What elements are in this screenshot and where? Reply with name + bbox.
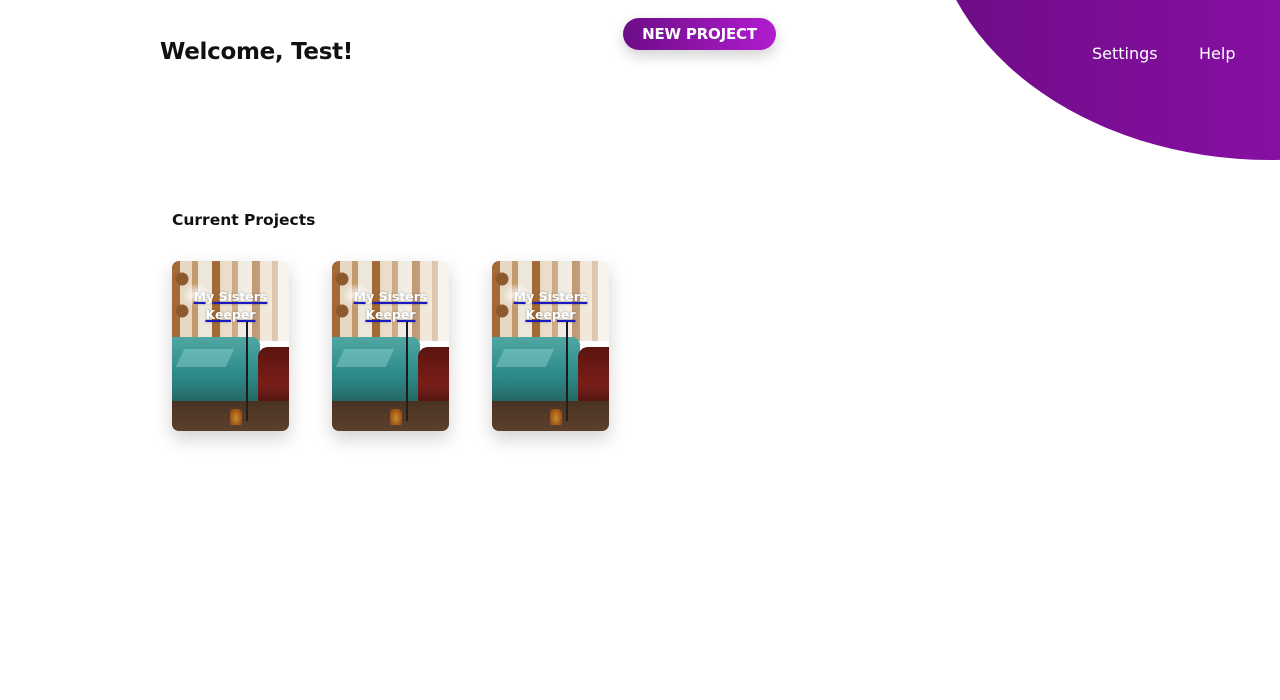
project-card-title-link[interactable]: My Sisters Keeper (492, 288, 609, 324)
decorative-purple-blob (930, 0, 1280, 160)
current-projects-heading: Current Projects (172, 211, 316, 229)
project-card-title-link[interactable]: My Sisters Keeper (332, 288, 449, 324)
dashboard-page: Welcome, Test! NEW PROJECT Settings Help… (0, 0, 1280, 700)
project-card[interactable]: My Sisters Keeper (172, 261, 289, 431)
new-project-button[interactable]: NEW PROJECT (623, 18, 776, 50)
project-card-title-link[interactable]: My Sisters Keeper (172, 288, 289, 324)
project-card[interactable]: My Sisters Keeper (492, 261, 609, 431)
welcome-heading: Welcome, Test! (160, 39, 353, 65)
nav-link-settings[interactable]: Settings (1092, 44, 1158, 63)
project-card-list: My Sisters Keeper My Sisters Keeper My S (172, 261, 609, 431)
project-card[interactable]: My Sisters Keeper (332, 261, 449, 431)
nav-link-help[interactable]: Help (1199, 44, 1235, 63)
